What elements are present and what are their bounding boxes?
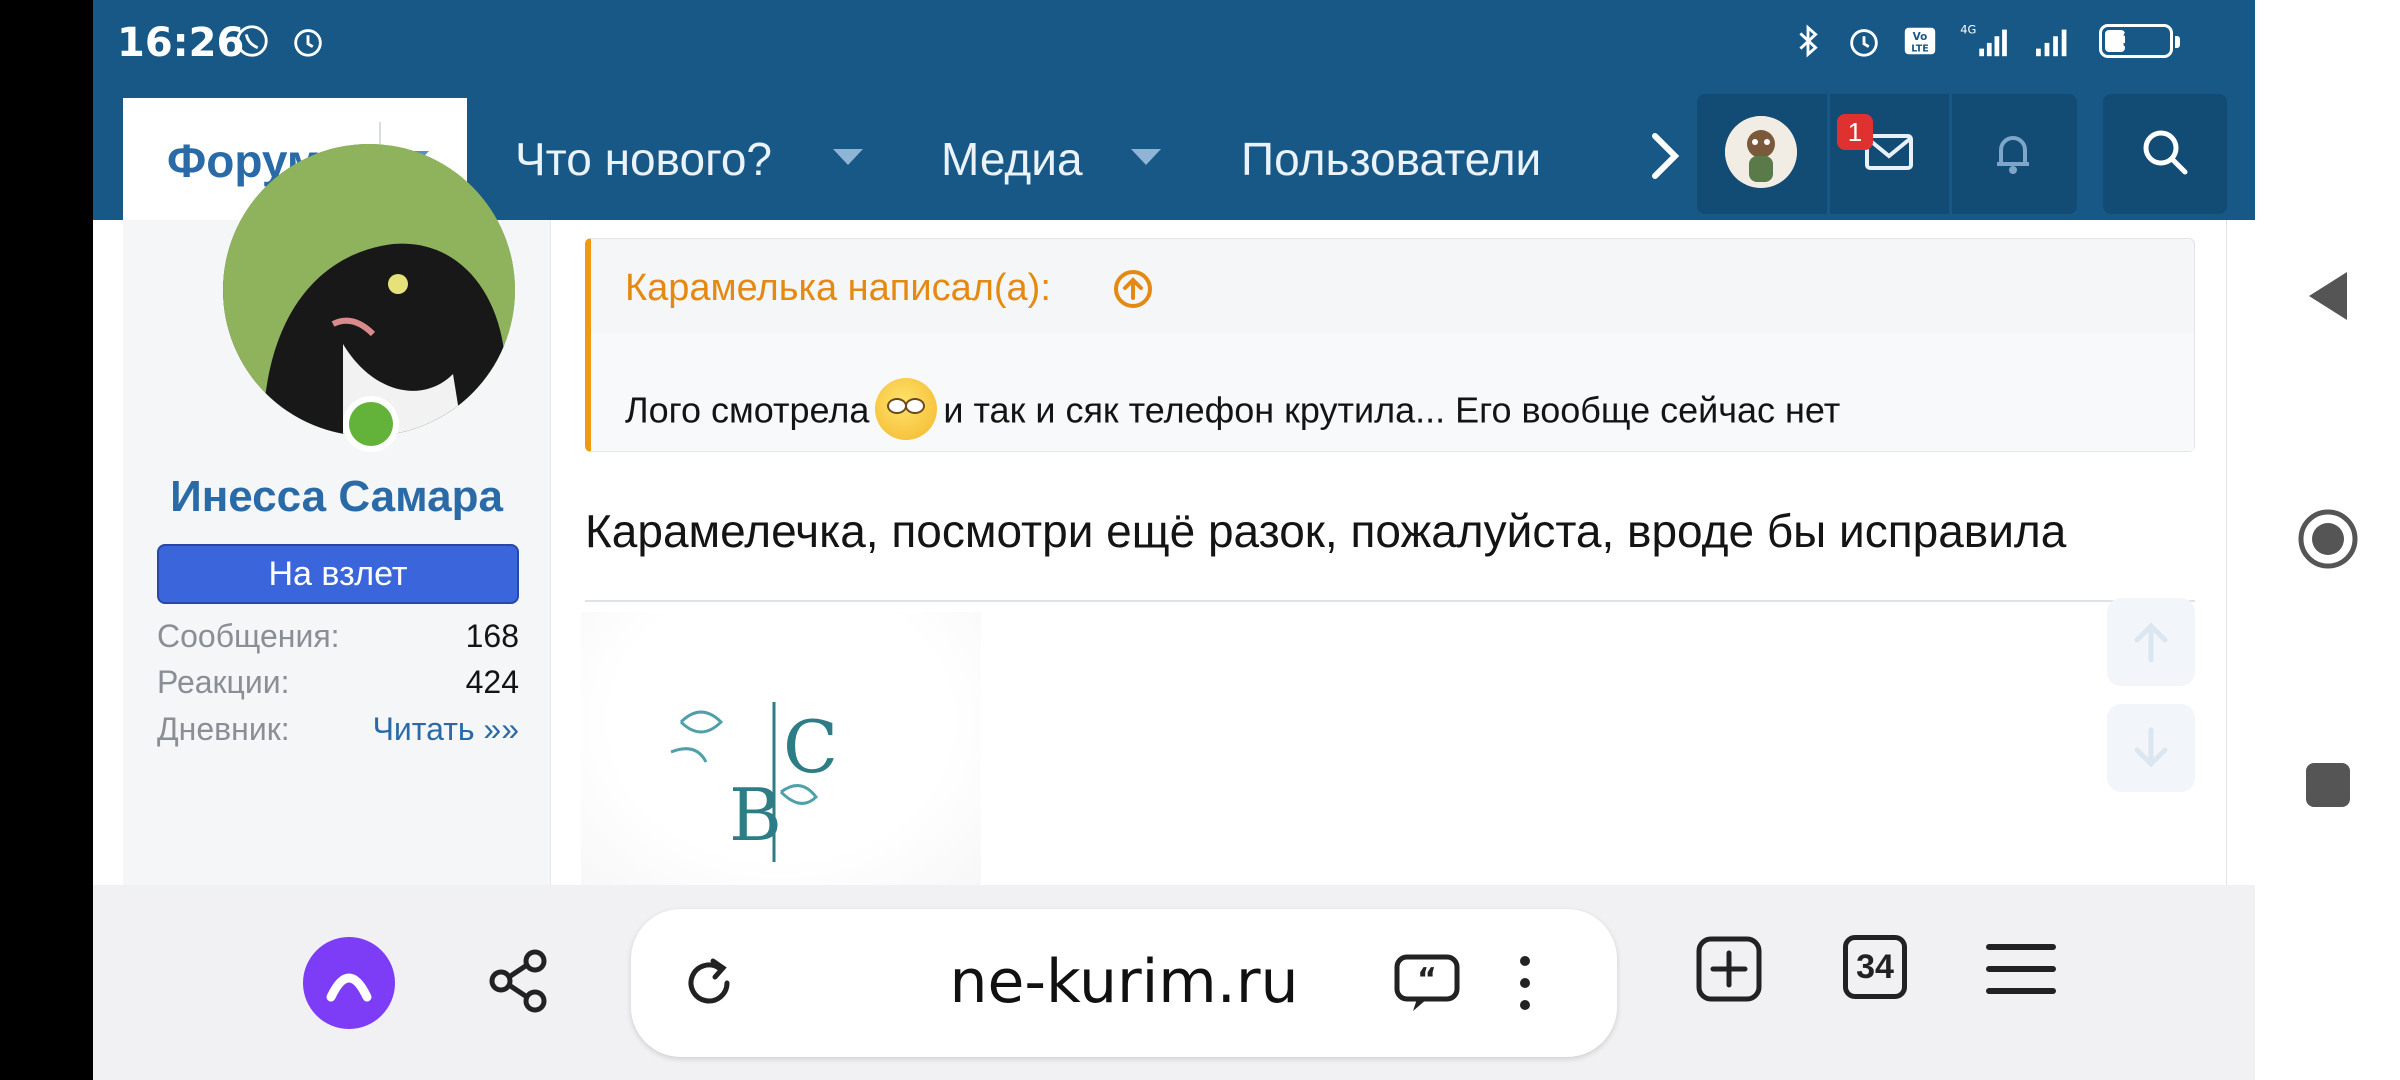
recents-icon[interactable]: [2303, 760, 2353, 810]
svg-text:LTE: LTE: [1911, 43, 1928, 54]
chevron-down-icon[interactable]: [1131, 149, 1161, 165]
svg-text:4G: 4G: [1960, 22, 1976, 36]
new-tab-icon[interactable]: [1693, 933, 1765, 1005]
quote-block: Карамелька написал(а): Лого смотрела и та…: [585, 238, 2195, 452]
stat-label: Дневник:: [157, 711, 290, 747]
chevron-right-icon[interactable]: [1635, 126, 1695, 186]
url-text[interactable]: ne-kurim.ru: [631, 947, 1617, 1017]
system-nav-bar: [2255, 0, 2400, 1080]
online-status-icon: [343, 396, 399, 452]
signal-4g-icon: 4G: [1960, 22, 2007, 57]
quote-text-part: Лого смотрела: [625, 389, 870, 431]
avatar-image: [1725, 116, 1797, 188]
address-bar[interactable]: ne-kurim.ru “: [631, 909, 1617, 1057]
phone-screen: 16:26 Vo LTE 4G 33 Форумы Что нового? Мед: [93, 0, 2255, 1080]
viber-icon: [236, 25, 268, 57]
status-left-icons: [233, 22, 327, 60]
diary-read-link[interactable]: Читать »»: [373, 711, 519, 748]
bell-icon[interactable]: [1985, 124, 2041, 180]
chevron-down-icon[interactable]: [833, 149, 863, 165]
status-right-icons: Vo LTE 4G 33: [1789, 22, 2180, 60]
stat-reactions: Реакции: 424: [157, 664, 519, 701]
share-icon[interactable]: [483, 945, 555, 1017]
quote-bubble-icon[interactable]: “: [1391, 947, 1463, 1019]
tabs-counter[interactable]: 34: [1843, 935, 1907, 999]
search-icon[interactable]: [2137, 124, 2193, 180]
battery-indicator: 33: [2099, 24, 2180, 58]
scroll-down-button[interactable]: [2107, 704, 2195, 792]
user-name[interactable]: Инесса Самара: [123, 472, 550, 522]
svg-text:“: “: [1417, 962, 1437, 997]
status-time: 16:26: [117, 20, 245, 66]
rolling-eyes-emoji-icon: [875, 378, 938, 440]
alice-assistant-button[interactable]: [303, 937, 395, 1029]
logo-image: C B: [670, 702, 838, 862]
menu-icon[interactable]: [1985, 933, 2057, 1005]
post-content: Инесса Самара На взлет Сообщения: 168 Ре…: [93, 144, 2255, 885]
arrow-down-icon: [2134, 727, 2168, 768]
svg-text:C: C: [783, 705, 838, 789]
tab-whats-new[interactable]: Что нового?: [515, 132, 772, 186]
signal-icon: [2036, 29, 2067, 57]
quote-text: Лого смотрела и так и сяк телефон крутила…: [625, 378, 1841, 444]
alice-icon: [326, 973, 372, 1002]
scroll-up-button[interactable]: [2107, 598, 2195, 686]
home-icon[interactable]: [2297, 508, 2359, 570]
stat-label: Реакции:: [157, 664, 290, 700]
stat-messages: Сообщения: 168: [157, 618, 519, 655]
battery-cap: [2175, 36, 2180, 48]
user-title-badge: На взлет: [157, 544, 519, 604]
divider: [585, 600, 2195, 602]
stat-value: 168: [465, 618, 519, 654]
arrow-up-circle-icon[interactable]: [1111, 267, 1155, 311]
cat-avatar-image: [223, 144, 515, 436]
status-bar: 16:26 Vo LTE 4G 33: [93, 0, 2255, 92]
toolbar-divider: [1827, 94, 1830, 214]
stat-value: 424: [465, 664, 519, 700]
toolbar-divider: [1949, 94, 1952, 214]
more-vertical-icon[interactable]: [1489, 947, 1561, 1019]
browser-toolbar: ne-kurim.ru “ 34: [93, 885, 2255, 1080]
tab-media[interactable]: Медиа: [941, 132, 1083, 186]
post-message: Карамелечка, посмотри ещё разок, пожалуй…: [585, 505, 2067, 557]
avatar[interactable]: [1725, 116, 1797, 188]
back-icon[interactable]: [2303, 268, 2353, 324]
stat-label: Сообщения:: [157, 618, 340, 654]
attached-logo-image[interactable]: C B: [581, 612, 981, 885]
svg-text:Vo: Vo: [1913, 31, 1928, 43]
volte-icon: VoLTE: [1904, 27, 1936, 54]
battery-percent: 33: [2122, 27, 2150, 54]
quote-text-part: и так и сяк телефон крутила... Его вообщ…: [943, 389, 1841, 431]
user-avatar[interactable]: [223, 144, 515, 436]
bluetooth-icon: [1799, 24, 1818, 58]
alarm-icon: [294, 29, 322, 57]
tab-members[interactable]: Пользователи: [1241, 132, 1541, 186]
alarm-icon: [1850, 29, 1878, 57]
inbox-badge: 1: [1837, 114, 1873, 150]
quote-author[interactable]: Карамелька написал(а):: [625, 267, 1051, 310]
stat-diary: Дневник: Читать »»: [157, 711, 519, 748]
svg-text:B: B: [729, 773, 782, 857]
arrow-up-icon: [2134, 622, 2168, 663]
